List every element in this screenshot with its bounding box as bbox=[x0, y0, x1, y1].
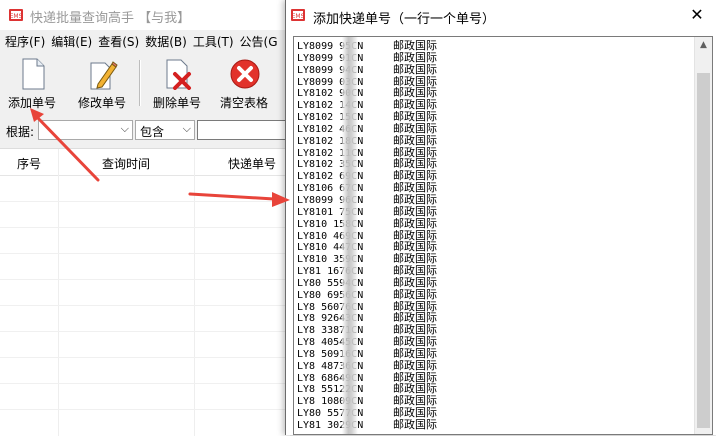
row-divider bbox=[0, 279, 290, 280]
row-divider bbox=[0, 227, 290, 228]
courier-company: 邮政国际 bbox=[393, 182, 437, 194]
courier-company: 邮政国际 bbox=[393, 300, 437, 313]
column-divider bbox=[58, 149, 59, 436]
edit-number-button[interactable]: 修改单号 bbox=[72, 56, 132, 112]
row-divider bbox=[0, 409, 290, 410]
courier-company: 邮政国际 bbox=[393, 75, 437, 88]
courier-company: 邮政国际 bbox=[393, 217, 437, 230]
svg-text:EMS: EMS bbox=[292, 13, 305, 20]
chevron-down-icon: ⌵ bbox=[182, 122, 191, 135]
menu-announcement[interactable]: 公告(G bbox=[239, 31, 279, 52]
courier-company: 邮政国际 bbox=[393, 40, 437, 52]
courier-company: 邮政国际 bbox=[393, 241, 437, 254]
filter-field-select[interactable]: ⌵ bbox=[38, 120, 133, 140]
search-input[interactable] bbox=[197, 120, 289, 140]
column-header-index[interactable]: 序号 bbox=[0, 155, 58, 172]
add-number-button[interactable]: 添加单号 bbox=[2, 56, 62, 112]
courier-company: 邮政国际 bbox=[393, 312, 437, 325]
svg-text:EMS: EMS bbox=[10, 13, 23, 20]
courier-company: 邮政国际 bbox=[393, 146, 437, 159]
tracking-numbers-textarea[interactable]: LY8099 95CN 邮政国际 LY8099 91CN 邮政国际 LY8099 94C… bbox=[293, 36, 713, 435]
clear-red-x-icon bbox=[230, 59, 260, 89]
row-divider bbox=[0, 305, 290, 306]
row-divider bbox=[0, 201, 290, 202]
courier-company: 邮政国际 bbox=[393, 122, 437, 135]
table-header: 序号 查询时间 快递单号 bbox=[0, 149, 290, 176]
courier-company: 邮政国际 bbox=[393, 99, 437, 112]
delete-number-label: 删除单号 bbox=[152, 96, 201, 110]
menu-tools[interactable]: 工具(T) bbox=[192, 31, 235, 52]
main-titlebar: EMS 快递批量查询高手 【与我】 bbox=[0, 0, 290, 30]
row-divider bbox=[0, 383, 290, 384]
clear-table-button[interactable]: 清空表格 bbox=[214, 56, 274, 112]
courier-company: 邮政国际 bbox=[393, 265, 437, 277]
courier-company: 邮政国际 bbox=[393, 134, 437, 147]
dialog-title: 添加快递单号（一行一个单号） bbox=[313, 12, 496, 27]
column-divider bbox=[194, 149, 195, 436]
close-button[interactable]: ✕ bbox=[683, 4, 711, 26]
edit-pencil-icon bbox=[90, 61, 118, 90]
courier-company: 邮政国际 bbox=[393, 395, 437, 408]
delete-document-icon bbox=[166, 59, 191, 90]
add-tracking-dialog: EMS 添加快递单号（一行一个单号） ✕ LY8099 95CN 邮政国际 LY80… bbox=[285, 0, 716, 435]
row-divider bbox=[0, 357, 290, 358]
courier-company: 邮政国际 bbox=[393, 111, 437, 123]
main-window: EMS 快递批量查询高手 【与我】 程序(F) 编辑(E) 查看(S) 数据(B) 工具… bbox=[0, 0, 290, 436]
row-divider bbox=[0, 253, 290, 254]
filter-mode-value: 包含 bbox=[140, 125, 165, 139]
vertical-scrollbar[interactable]: ▲ bbox=[694, 37, 712, 434]
courier-company: 邮政国际 bbox=[393, 87, 437, 100]
courier-company: 邮政国际 bbox=[393, 336, 437, 348]
courier-company: 邮政国际 bbox=[393, 51, 437, 64]
clear-table-label: 清空表格 bbox=[219, 96, 268, 110]
courier-company: 邮政国际 bbox=[393, 193, 437, 206]
toolbar: 添加单号 修改单号 删除单号 清空表格 bbox=[0, 52, 290, 116]
courier-company: 邮政国际 bbox=[393, 383, 437, 396]
blank-document-icon bbox=[22, 58, 45, 90]
app-icon: EMS bbox=[291, 9, 305, 21]
courier-company: 邮政国际 bbox=[393, 276, 437, 289]
filter-mode-select[interactable]: 包含 ⌵ bbox=[135, 120, 195, 140]
courier-company: 邮政国际 bbox=[393, 205, 437, 218]
row-divider bbox=[0, 331, 290, 332]
menu-program[interactable]: 程序(F) bbox=[4, 31, 46, 52]
courier-company: 邮政国际 bbox=[393, 170, 437, 183]
filter-label: 根据: bbox=[6, 125, 35, 139]
courier-company: 邮政国际 bbox=[393, 359, 437, 372]
redaction-blur bbox=[342, 37, 358, 434]
courier-company: 邮政国际 bbox=[393, 63, 437, 76]
menu-view[interactable]: 查看(S) bbox=[97, 31, 140, 52]
courier-company: 邮政国际 bbox=[393, 324, 437, 337]
dialog-titlebar: EMS 添加快递单号（一行一个单号） ✕ bbox=[286, 0, 716, 30]
courier-company: 邮政国际 bbox=[393, 419, 437, 431]
courier-company: 邮政国际 bbox=[393, 229, 437, 242]
scroll-up-icon[interactable]: ▲ bbox=[695, 37, 712, 54]
column-header-query-time[interactable]: 查询时间 bbox=[58, 155, 194, 172]
courier-company: 邮政国际 bbox=[393, 371, 437, 384]
results-table[interactable]: 序号 查询时间 快递单号 bbox=[0, 148, 290, 436]
menu-data[interactable]: 数据(B) bbox=[144, 31, 188, 52]
courier-company: 邮政国际 bbox=[393, 347, 437, 360]
add-number-label: 添加单号 bbox=[7, 96, 56, 110]
main-window-title: 快递批量查询高手 【与我】 bbox=[30, 11, 191, 26]
app-icon: EMS bbox=[9, 9, 23, 21]
courier-company: 邮政国际 bbox=[393, 407, 437, 419]
menu-bar: 程序(F) 编辑(E) 查看(S) 数据(B) 工具(T) 公告(G bbox=[0, 31, 290, 51]
delete-number-button[interactable]: 删除单号 bbox=[147, 56, 207, 112]
filter-bar: 根据: ⌵ 包含 ⌵ bbox=[0, 118, 290, 144]
courier-company: 邮政国际 bbox=[393, 288, 437, 301]
edit-number-label: 修改单号 bbox=[77, 96, 126, 110]
courier-company: 邮政国际 bbox=[393, 253, 437, 266]
chevron-down-icon: ⌵ bbox=[120, 122, 129, 135]
menu-edit[interactable]: 编辑(E) bbox=[50, 31, 93, 52]
courier-company: 邮政国际 bbox=[393, 158, 437, 171]
scroll-thumb[interactable] bbox=[697, 73, 710, 428]
